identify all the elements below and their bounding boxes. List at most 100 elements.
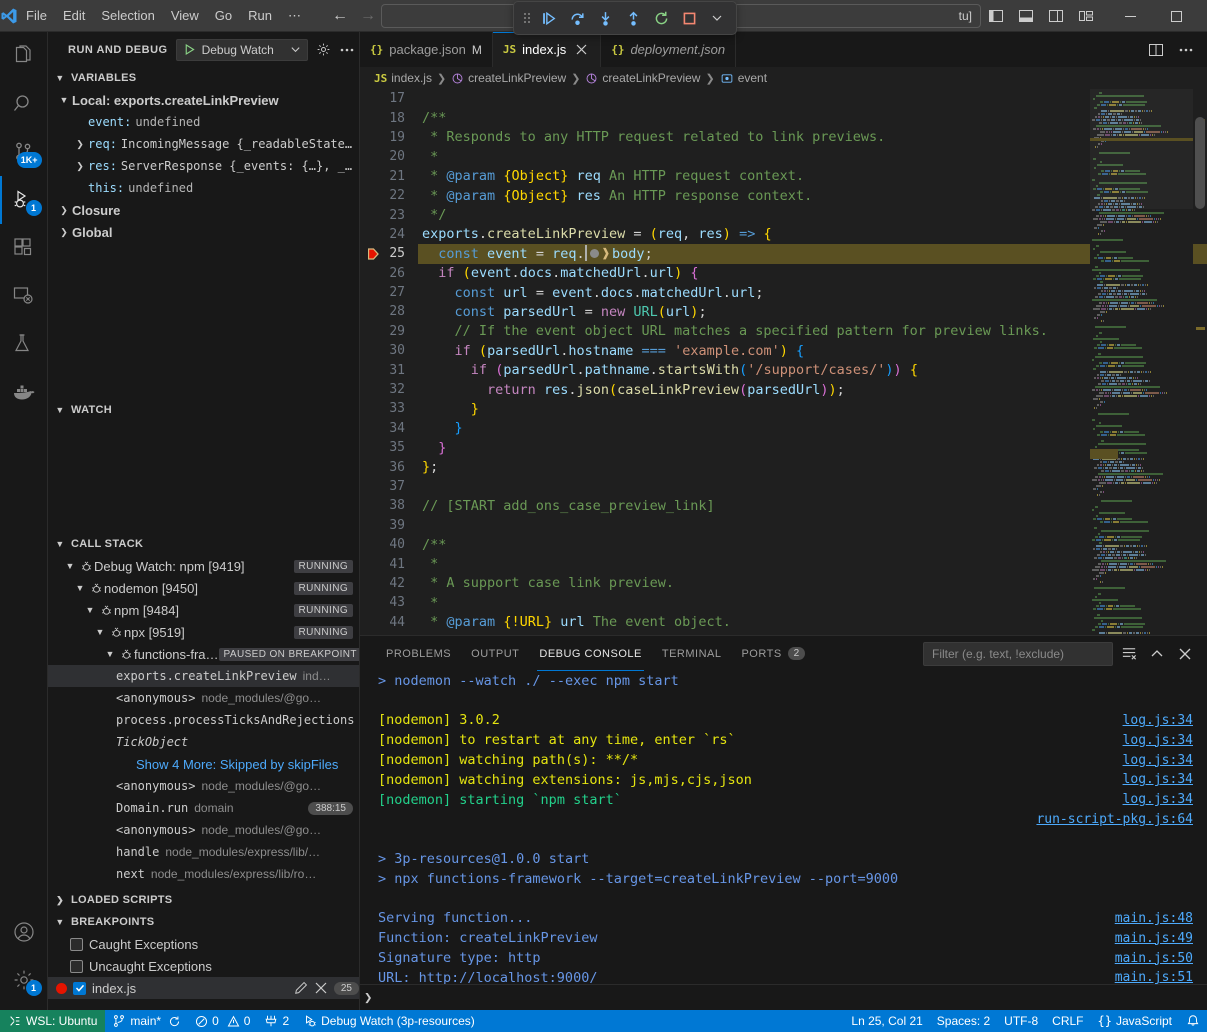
status-encoding[interactable]: UTF-8 <box>997 1010 1045 1032</box>
status-notifications[interactable] <box>1179 1010 1207 1032</box>
minimap-slider[interactable] <box>1090 89 1193 209</box>
status-cursor-position[interactable]: Ln 25, Col 21 <box>844 1010 929 1032</box>
console-source-link[interactable]: log.js:34 <box>1123 753 1193 768</box>
debug-step-into-button[interactable] <box>592 5 618 31</box>
toggle-primary-sidebar-icon[interactable] <box>981 0 1011 32</box>
code-line[interactable]: * Responds to any HTTP request related t… <box>418 128 1207 147</box>
console-source-link[interactable]: log.js:34 <box>1123 713 1193 728</box>
breadcrumb-item-file[interactable]: JS index.js <box>374 71 432 85</box>
call-stack-frame-process-ticks[interactable]: process.processTicksAndRejections <box>48 709 359 731</box>
panel-tab-output[interactable]: OUTPUT <box>461 636 529 671</box>
code-line[interactable]: /** <box>418 535 1207 554</box>
variable-scope-local[interactable]: ▼ Local: exports.createLinkPreview <box>48 89 359 111</box>
code-line-current[interactable]: const event = req.❱body; <box>418 244 1207 263</box>
status-debug-session[interactable]: Debug Watch (3p-resources) <box>296 1010 482 1032</box>
customize-layout-icon[interactable] <box>1071 0 1101 32</box>
code-line[interactable]: } <box>418 438 1207 457</box>
code-line[interactable]: exports.createLinkPreview = (req, res) =… <box>418 225 1207 244</box>
call-stack-show-more[interactable]: Show 4 More: Skipped by skipFiles <box>48 753 359 775</box>
status-indentation[interactable]: Spaces: 2 <box>930 1010 997 1032</box>
breakpoint-caught-exceptions[interactable]: Caught Exceptions <box>48 933 359 955</box>
code-line[interactable]: } <box>418 419 1207 438</box>
code-line[interactable]: * <box>418 147 1207 166</box>
tab-package-json[interactable]: {} package.json M <box>360 32 493 67</box>
line-number[interactable]: 40 <box>360 535 418 554</box>
console-source-link[interactable]: run-script-pkg.js:64 <box>1036 812 1193 827</box>
debug-console-output[interactable]: > nodemon --watch ./ --exec npm start[no… <box>360 671 1207 984</box>
breakpoints-header[interactable]: ▼ BREAKPOINTS <box>48 911 359 933</box>
line-number[interactable]: 27 <box>360 283 418 302</box>
code-line[interactable]: */ <box>418 205 1207 224</box>
debug-console-input[interactable]: ❯ <box>360 984 1207 1010</box>
line-number[interactable]: 37 <box>360 477 418 496</box>
code-line[interactable]: * <box>418 593 1207 612</box>
menu-run[interactable]: Run <box>240 0 280 31</box>
menu-edit[interactable]: Edit <box>55 0 93 31</box>
line-number[interactable]: 19 <box>360 128 418 147</box>
editor-more-actions-icon[interactable] <box>1173 37 1199 63</box>
call-stack-frame-anonymous-2[interactable]: <anonymous> node_modules/@go… <box>48 775 359 797</box>
launch-configuration-select[interactable]: Debug Watch <box>176 39 308 61</box>
line-number[interactable]: 24 <box>360 225 418 244</box>
line-number[interactable]: 32 <box>360 380 418 399</box>
call-stack-session-npx[interactable]: ▼ npx [9519] RUNNING <box>48 621 359 643</box>
line-number[interactable]: 25 <box>360 244 418 263</box>
editor-scroll-thumb[interactable] <box>1195 117 1205 209</box>
maximize-panel-icon[interactable] <box>1145 642 1169 666</box>
status-remote-indicator[interactable]: WSL: Ubuntu <box>0 1010 105 1032</box>
code-line[interactable]: * @param {!URL} url The event object. <box>418 613 1207 632</box>
menu-view[interactable]: View <box>163 0 207 31</box>
code-content[interactable]: /** * Responds to any HTTP request relat… <box>418 89 1207 635</box>
debug-stop-button[interactable] <box>676 5 702 31</box>
status-ports[interactable]: 2 <box>257 1010 296 1032</box>
activity-item-docker[interactable] <box>0 368 48 416</box>
inline-suggestion-dot-icon[interactable] <box>590 249 599 258</box>
variable-scope-closure[interactable]: ❯ Closure <box>48 199 359 221</box>
checkbox[interactable] <box>70 938 83 951</box>
variable-row-event[interactable]: event: undefined <box>48 111 359 133</box>
close-button[interactable] <box>1199 0 1207 32</box>
go-forward-icon[interactable]: → <box>355 5 381 27</box>
variable-row-this[interactable]: this: undefined <box>48 177 359 199</box>
split-editor-icon[interactable] <box>1143 37 1169 63</box>
code-line[interactable] <box>418 89 1207 108</box>
line-number[interactable]: 29 <box>360 322 418 341</box>
loaded-scripts-header[interactable]: ❯ LOADED SCRIPTS <box>48 889 359 911</box>
call-stack-frame-next[interactable]: next node_modules/express/lib/ro… <box>48 863 359 885</box>
debug-step-out-button[interactable] <box>620 5 646 31</box>
call-stack-frame-handle[interactable]: handle node_modules/express/lib/… <box>48 841 359 863</box>
debug-restart-button[interactable] <box>648 5 674 31</box>
console-source-link[interactable]: main.js:49 <box>1115 931 1193 946</box>
code-line[interactable]: if (parsedUrl.pathname.startsWith('/supp… <box>418 360 1207 379</box>
toggle-panel-icon[interactable] <box>1011 0 1041 32</box>
panel-tab-debug-console[interactable]: DEBUG CONSOLE <box>529 636 651 671</box>
code-line[interactable]: } <box>418 399 1207 418</box>
menu-go[interactable]: Go <box>207 0 240 31</box>
activity-item-manage-settings[interactable]: 1 <box>0 956 48 1004</box>
toggle-secondary-sidebar-icon[interactable] <box>1041 0 1071 32</box>
line-number[interactable]: 35 <box>360 438 418 457</box>
tab-index-js[interactable]: JS index.js <box>493 32 601 67</box>
line-number[interactable]: 33 <box>360 399 418 418</box>
code-line[interactable]: // [START add_ons_case_preview_link] <box>418 496 1207 515</box>
breakpoint-uncaught-exceptions[interactable]: Uncaught Exceptions <box>48 955 359 977</box>
line-number[interactable]: 41 <box>360 554 418 573</box>
call-stack-frame-domain-run[interactable]: Domain.run domain 388:15 <box>48 797 359 819</box>
code-line[interactable]: // If the event object URL matches a spe… <box>418 322 1207 341</box>
code-line[interactable] <box>418 477 1207 496</box>
line-number[interactable]: 36 <box>360 457 418 476</box>
code-line[interactable] <box>418 516 1207 535</box>
panel-tab-terminal[interactable]: TERMINAL <box>652 636 732 671</box>
call-stack-frame-anonymous-1[interactable]: <anonymous> node_modules/@go… <box>48 687 359 709</box>
line-number[interactable]: 34 <box>360 419 418 438</box>
menu-file[interactable]: File <box>18 0 55 31</box>
code-line[interactable]: if (parsedUrl.hostname === 'example.com'… <box>418 341 1207 360</box>
debug-step-over-button[interactable] <box>564 5 590 31</box>
call-stack-session-debug-watch[interactable]: ▼ Debug Watch: npm [9419] RUNNING <box>48 555 359 577</box>
activity-item-explorer[interactable] <box>0 32 48 80</box>
line-number[interactable]: 31 <box>360 360 418 379</box>
code-line[interactable]: * @param {Object} res An HTTP response c… <box>418 186 1207 205</box>
call-stack-session-npm[interactable]: ▼ npm [9484] RUNNING <box>48 599 359 621</box>
code-line[interactable]: }; <box>418 457 1207 476</box>
call-stack-header[interactable]: ▼ CALL STACK <box>48 533 359 555</box>
